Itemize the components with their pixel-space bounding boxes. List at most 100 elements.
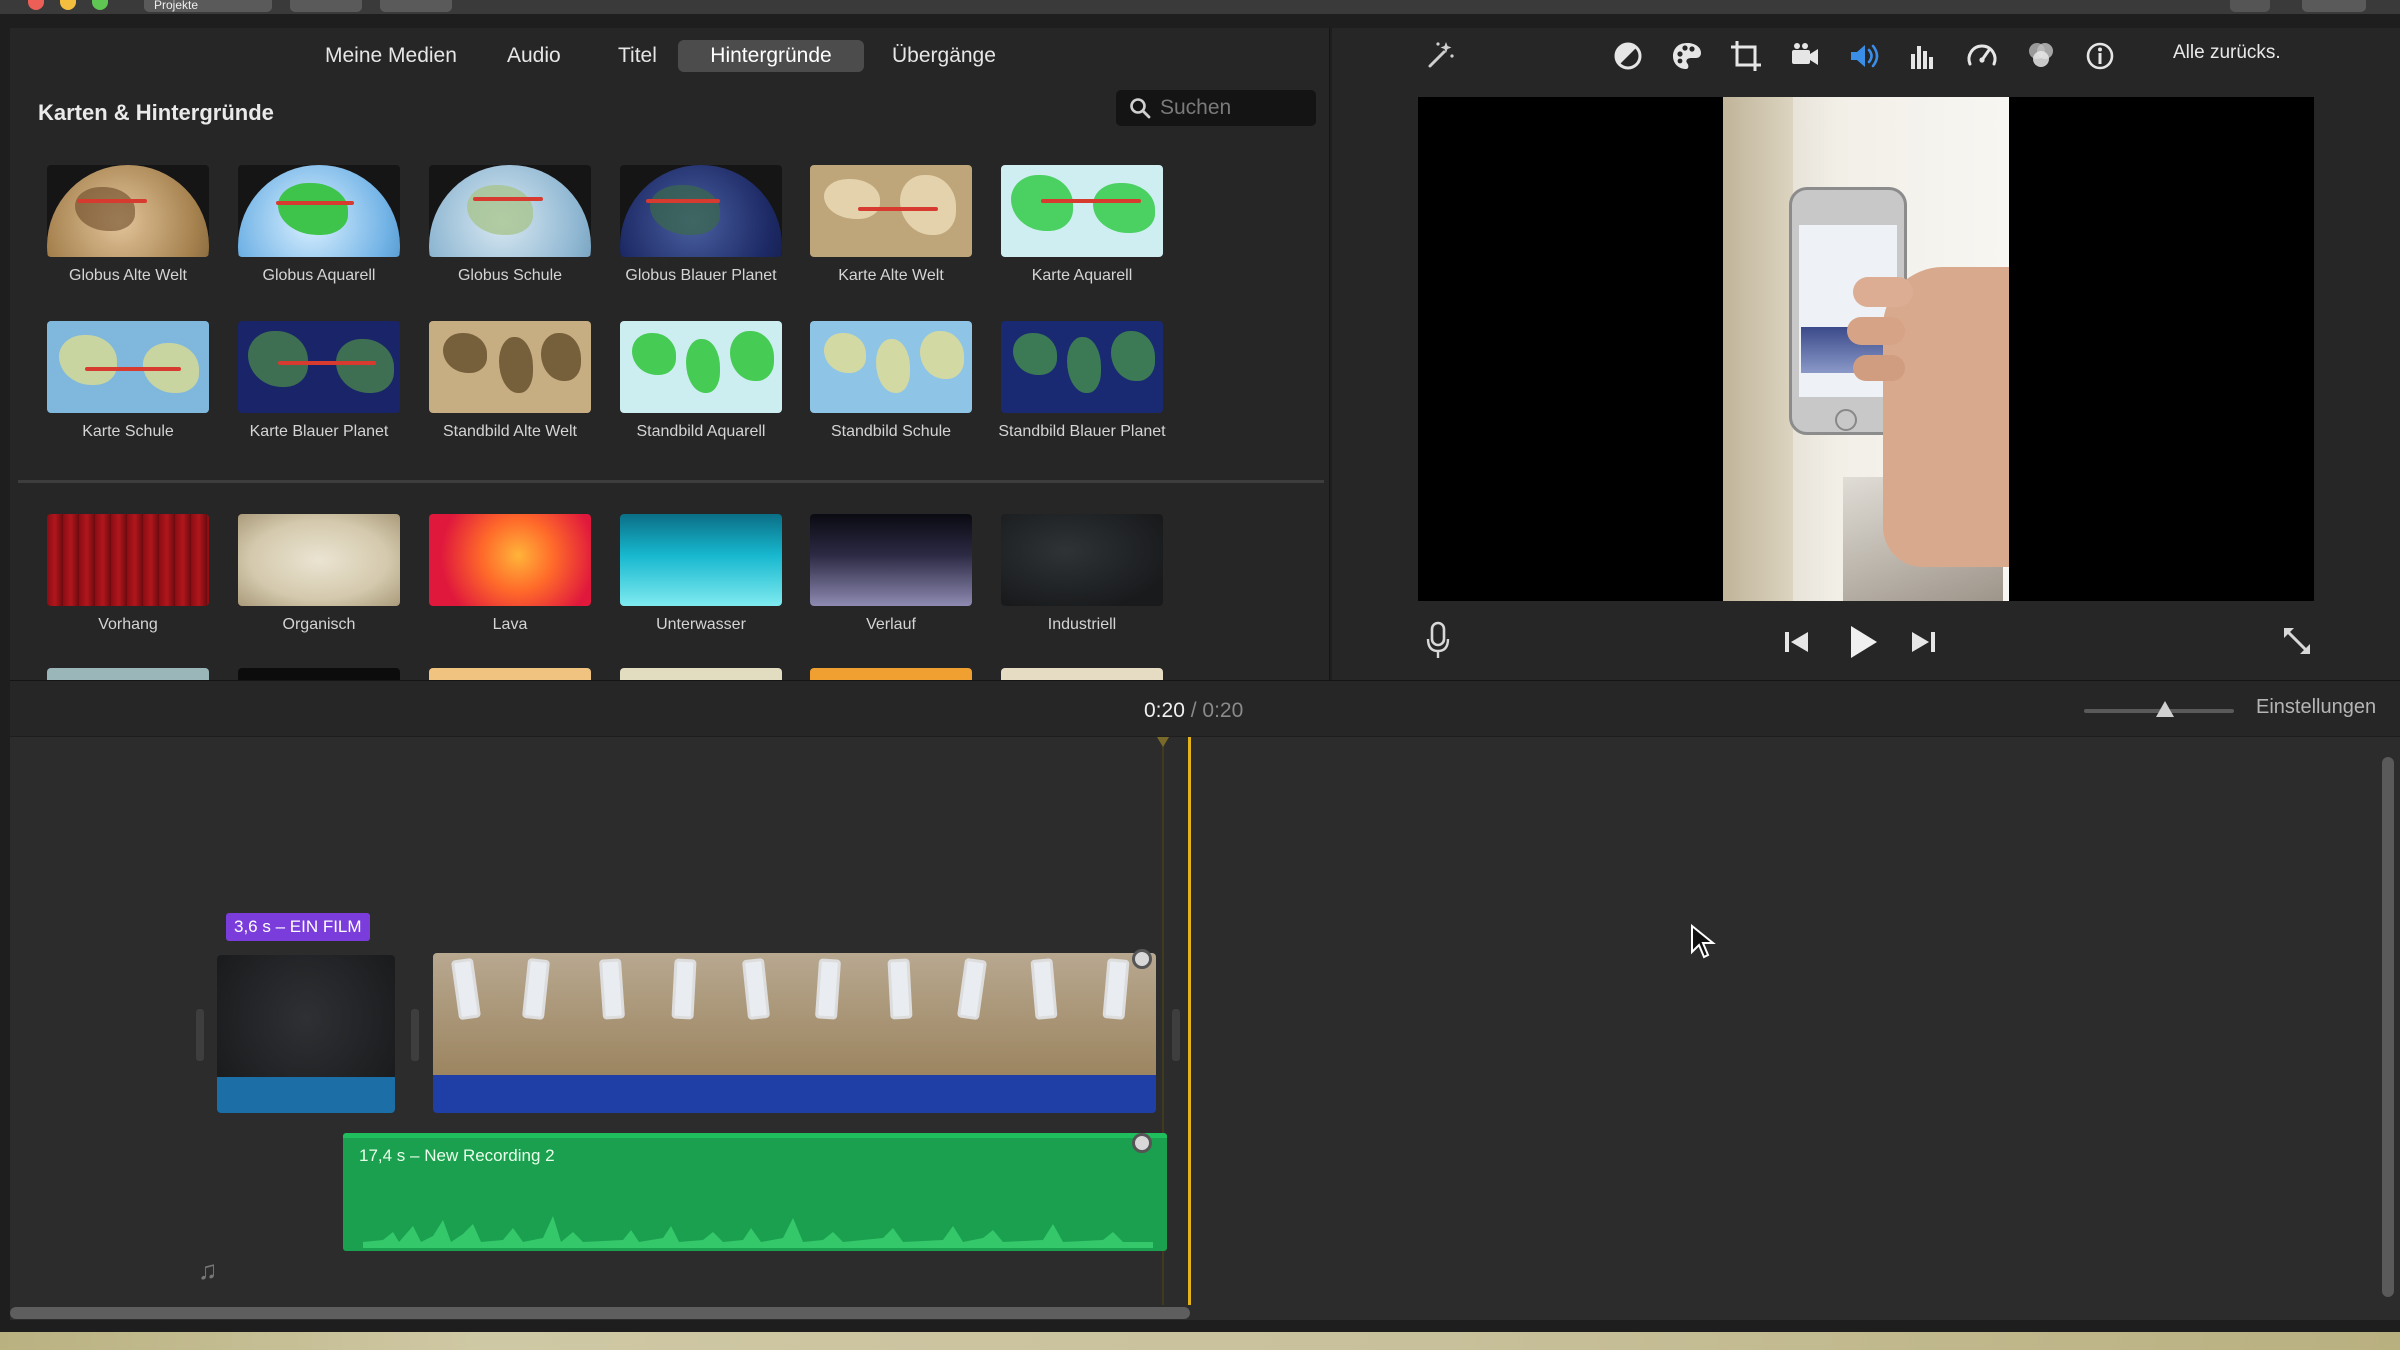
map-item-karte-alte-welt[interactable]: Karte Alte Welt [796, 165, 986, 285]
background-item-vorhang[interactable]: Vorhang [33, 514, 223, 634]
search-field[interactable] [1116, 90, 1316, 126]
map-label: Globus Schule [457, 267, 563, 284]
tab-uebergaenge[interactable]: Übergänge [876, 40, 1012, 72]
map-item-standbild-blauer-planet[interactable]: Standbild Blauer Planet [987, 321, 1177, 441]
background-item-partial[interactable] [810, 668, 972, 680]
map-item-globus-blauer-planet[interactable]: Globus Blauer Planet [606, 165, 796, 285]
map-thumbnail [620, 321, 782, 413]
background-thumbnail [238, 514, 400, 606]
map-label: Globus Alte Welt [69, 267, 187, 284]
skip-back-icon[interactable] [1782, 628, 1812, 656]
background-thumbnail [429, 514, 591, 606]
speed-icon[interactable] [1964, 38, 2000, 74]
map-item-karte-blauer-planet[interactable]: Karte Blauer Planet [224, 321, 414, 441]
playhead[interactable] [1188, 737, 1191, 1305]
background-item-verlauf[interactable]: Verlauf [796, 514, 986, 634]
map-item-standbild-alte-welt[interactable]: Standbild Alte Welt [415, 321, 605, 441]
section-divider [18, 480, 1324, 483]
total-time: 0:20 [1202, 699, 1244, 722]
map-item-karte-aquarell[interactable]: Karte Aquarell [987, 165, 1177, 285]
download-icon[interactable] [2230, 0, 2270, 12]
map-item-standbild-aquarell[interactable]: Standbild Aquarell [606, 321, 796, 441]
background-item-organisch[interactable]: Organisch [224, 514, 414, 634]
background-thumbnail [47, 514, 209, 606]
background-item-unterwasser[interactable]: Unterwasser [606, 514, 796, 634]
background-item-partial[interactable] [620, 668, 782, 680]
map-thumbnail [1001, 165, 1163, 257]
video-frame [1723, 97, 2009, 601]
microphone-icon[interactable] [1424, 620, 1452, 660]
map-label: Karte Alte Welt [838, 267, 944, 284]
map-item-globus-schule[interactable]: Globus Schule [415, 165, 605, 285]
play-icon[interactable] [1842, 622, 1882, 662]
clip-volume-knob[interactable] [1132, 949, 1152, 969]
tab-titel[interactable]: Titel [602, 40, 673, 72]
background-item-industriell[interactable]: Industriell [987, 514, 1177, 634]
background-clip[interactable] [217, 955, 395, 1113]
timecode: 0:20 / 0:20 [1144, 699, 1243, 723]
info-icon[interactable] [2082, 38, 2118, 74]
map-thumbnail [429, 165, 591, 257]
audio-volume-knob[interactable] [1132, 1133, 1152, 1153]
map-thumbnail [1001, 321, 1163, 413]
zoom-slider-knob[interactable] [2156, 701, 2174, 717]
tab-meine-medien[interactable]: Meine Medien [309, 40, 473, 72]
background-thumbnail [620, 514, 782, 606]
map-label: Standbild Aquarell [636, 423, 766, 440]
volume-icon[interactable] [1846, 38, 1882, 74]
import-media-button[interactable] [290, 0, 362, 12]
map-thumbnail [429, 321, 591, 413]
stabilization-icon[interactable] [1787, 38, 1823, 74]
clip-handle-middle[interactable] [411, 1009, 419, 1061]
background-item-partial[interactable] [1001, 668, 1163, 680]
horizontal-scrollbar[interactable] [10, 1307, 1190, 1319]
video-clip[interactable] [433, 953, 1156, 1113]
audio-waveform [363, 1216, 1153, 1248]
map-item-standbild-schule[interactable]: Standbild Schule [796, 321, 986, 441]
background-item-lava[interactable]: Lava [415, 514, 605, 634]
music-note-icon: ♫ [198, 1255, 218, 1285]
color-balance-icon[interactable] [1610, 38, 1646, 74]
minimize-window-icon[interactable] [60, 0, 76, 10]
clip-filter-icon[interactable] [2023, 38, 2059, 74]
map-item-karte-schule[interactable]: Karte Schule [33, 321, 223, 441]
background-label: Industriell [1047, 616, 1117, 633]
timeline[interactable]: 3,6 s – EIN FILM 17,4 s – New Recording … [10, 737, 2400, 1320]
close-window-icon[interactable] [28, 0, 44, 10]
map-label: Globus Aquarell [262, 267, 376, 284]
magic-wand-icon[interactable] [1422, 38, 1458, 74]
background-thumbnail [810, 514, 972, 606]
share-button[interactable] [380, 0, 452, 12]
projects-button[interactable]: Projekte [144, 0, 272, 12]
map-label: Karte Aquarell [1031, 267, 1133, 284]
video-filmstrip [433, 953, 1156, 1075]
crop-icon[interactable] [1728, 38, 1764, 74]
background-item-partial[interactable] [47, 668, 209, 680]
map-label: Karte Schule [82, 423, 174, 440]
title-clip-label[interactable]: 3,6 s – EIN FILM [226, 913, 370, 941]
vertical-scrollbar[interactable] [2382, 757, 2394, 1297]
clip-handle-left[interactable] [196, 1009, 204, 1061]
map-item-globus-aquarell[interactable]: Globus Aquarell [224, 165, 414, 285]
background-label: Lava [492, 616, 528, 633]
tab-hintergruende[interactable]: Hintergründe [678, 40, 864, 72]
map-thumbnail [47, 321, 209, 413]
map-item-globus-alte-welt[interactable]: Globus Alte Welt [33, 165, 223, 285]
settings-button[interactable]: Einstellungen [2256, 696, 2376, 719]
background-item-partial[interactable] [429, 668, 591, 680]
background-item-partial[interactable] [238, 668, 400, 680]
audio-clip[interactable]: 17,4 s – New Recording 2 [343, 1133, 1167, 1251]
fullscreen-window-button[interactable] [2302, 0, 2366, 12]
map-label: Karte Blauer Planet [249, 423, 389, 440]
reset-all-button[interactable]: Alle zurücks. [2173, 42, 2281, 64]
tab-audio[interactable]: Audio [491, 40, 577, 72]
zoom-window-icon[interactable] [92, 0, 108, 10]
map-thumbnail [620, 165, 782, 257]
mouse-pointer-icon [1691, 924, 1716, 959]
search-input[interactable] [1160, 94, 1308, 122]
equalizer-icon[interactable] [1905, 38, 1941, 74]
skip-forward-icon[interactable] [1908, 628, 1938, 656]
fullscreen-icon[interactable] [2278, 622, 2316, 660]
clip-handle-right[interactable] [1172, 1009, 1180, 1061]
color-correction-icon[interactable] [1669, 38, 1705, 74]
